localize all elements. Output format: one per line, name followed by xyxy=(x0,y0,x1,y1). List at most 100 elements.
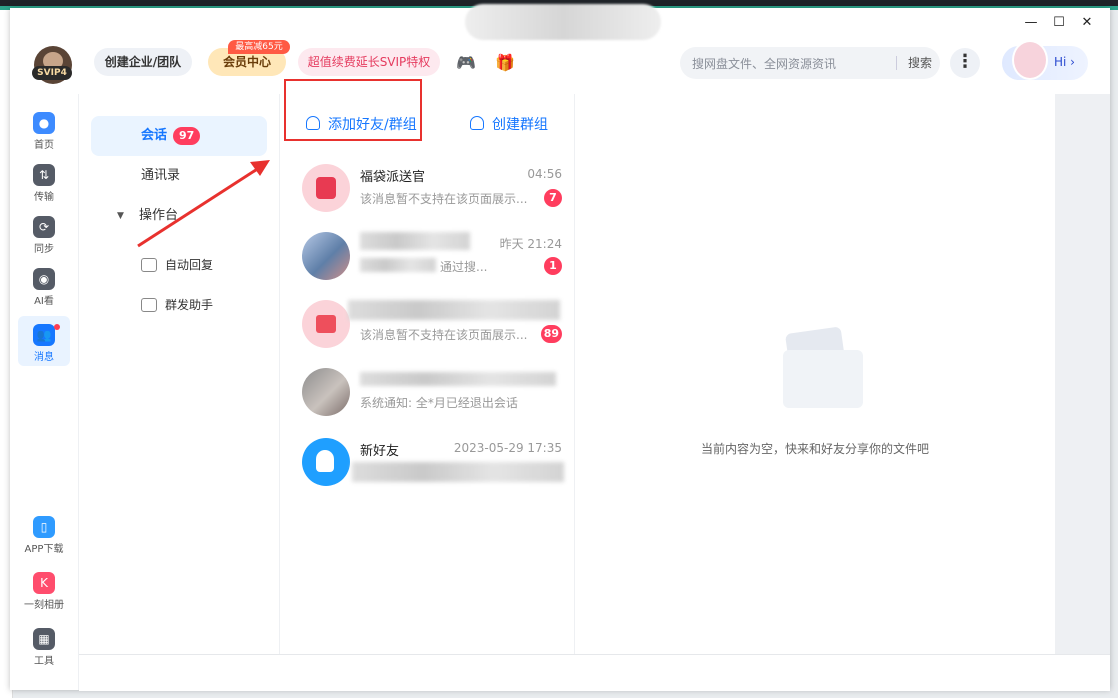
list-item[interactable]: 福袋派送官 04:56 该消息暂不支持在该页面展示... 7 xyxy=(292,158,568,218)
blurred-preview xyxy=(360,258,436,272)
minimize-button[interactable]: — xyxy=(1020,12,1042,32)
maximize-button[interactable]: ☐ xyxy=(1048,12,1070,32)
sidebar-item-label: 一刻相册 xyxy=(24,600,64,611)
group-icon xyxy=(470,116,484,130)
sidebar-item-label: 工具 xyxy=(34,656,54,667)
game-icon[interactable]: 🎮 xyxy=(455,52,477,74)
sidebar-item-app-download[interactable]: ▯ APP下载 xyxy=(18,508,70,558)
create-group-label: 创建群组 xyxy=(492,117,548,133)
bottom-bar xyxy=(79,654,1110,691)
header-bar: SVIP4 创建企业/团队 会员中心 最高减65元 超值续费延长SVIP特权 🎮… xyxy=(10,36,1110,94)
sidebar-item-tools[interactable]: ▦ 工具 xyxy=(18,620,70,670)
sidebar-item-label: 传输 xyxy=(34,192,54,203)
sync-icon: ⟳ xyxy=(33,216,55,238)
menu-group-send[interactable]: 群发助手 xyxy=(165,296,213,313)
assistant-avatar-icon xyxy=(1012,40,1048,80)
sidebar-item-sync[interactable]: ⟳ 同步 xyxy=(18,208,70,258)
search-divider xyxy=(896,56,897,70)
conversation-time: 2023-05-29 17:35 xyxy=(453,441,562,455)
menu-conversations-label: 会话 xyxy=(141,128,168,143)
conversation-preview: 该消息暂不支持在该页面展示... xyxy=(360,328,528,342)
blurred-title xyxy=(465,4,661,40)
list-item[interactable]: 新好友 2023-05-29 17:35 xyxy=(292,432,568,492)
menu-console-label: 操作台 xyxy=(139,208,179,223)
group-avatar xyxy=(302,232,350,280)
lucky-bag-avatar xyxy=(302,164,350,212)
unread-count-badge: 1 xyxy=(544,257,562,275)
svip-promo-button[interactable]: 超值续费延长SVIP特权 xyxy=(298,48,440,76)
left-sidebar: ● 首页 ⇅ 传输 ⟳ 同步 ◉ AI看 👥 消息 ▯ APP下载 K 一刻相册 xyxy=(10,94,79,690)
sidebar-item-label: 同步 xyxy=(34,244,54,255)
home-icon: ● xyxy=(33,112,55,134)
phone-icon: ▯ xyxy=(33,516,55,538)
conversation-preview: 系统通知: 全*月已经退出会话 xyxy=(360,396,518,410)
title-bar[interactable]: — ☐ ✕ xyxy=(10,4,1110,40)
search-input[interactable] xyxy=(690,53,894,75)
group-avatar xyxy=(302,368,350,416)
conversation-name: 福袋派送官 xyxy=(360,170,426,185)
create-group-button[interactable]: 创建群组 xyxy=(470,114,548,134)
empty-state-text: 当前内容为空，快来和好友分享你的文件吧 xyxy=(700,442,929,456)
close-button[interactable]: ✕ xyxy=(1076,12,1098,32)
album-icon: K xyxy=(33,572,55,594)
list-item[interactable]: 系统通知: 全*月已经退出会话 xyxy=(292,362,568,422)
conversation-time: 昨天 21:24 xyxy=(499,237,562,251)
sidebar-item-label: 首页 xyxy=(34,140,54,151)
sidebar-item-home[interactable]: ● 首页 xyxy=(18,104,70,154)
sidebar-item-transfer[interactable]: ⇅ 传输 xyxy=(18,156,70,206)
list-item[interactable]: 该消息暂不支持在该页面展示... 89 xyxy=(292,294,568,354)
message-icon: 👥 xyxy=(33,324,55,346)
shop-avatar xyxy=(302,300,350,348)
search-button[interactable]: 搜索 xyxy=(902,47,938,79)
menu-contacts[interactable]: 通讯录 xyxy=(91,156,267,196)
menu-console[interactable]: ▼ 操作台 xyxy=(91,196,267,236)
new-friend-avatar xyxy=(302,438,350,486)
shop-icon xyxy=(316,315,336,333)
conversation-preview: 通过搜... xyxy=(440,260,488,274)
gift-icon[interactable]: 🎁 xyxy=(494,52,516,74)
sidebar-item-album[interactable]: K 一刻相册 xyxy=(18,564,70,614)
add-user-icon xyxy=(316,450,334,472)
conversation-preview: 该消息暂不支持在该页面展示... xyxy=(360,192,528,206)
blurred-preview xyxy=(352,462,564,482)
sidebar-item-label: AI看 xyxy=(34,296,54,307)
conversation-time: 04:56 xyxy=(527,167,562,181)
transfer-icon: ⇅ xyxy=(33,164,55,186)
conversation-list-panel: 添加好友/群组 创建群组 福袋派送官 04:56 该消息暂不支持在该页面展示..… xyxy=(280,94,575,654)
sidebar-item-label: APP下载 xyxy=(24,544,64,555)
blurred-name xyxy=(348,300,560,320)
app-window: — ☐ ✕ SVIP4 创建企业/团队 会员中心 最高减65元 超值续费延长SV… xyxy=(10,4,1110,691)
blurred-name xyxy=(360,372,556,386)
empty-folder-icon xyxy=(783,322,863,412)
blurred-name xyxy=(360,232,470,250)
unread-count-badge: 7 xyxy=(544,189,562,207)
chat-menu-panel: 会话 97 通讯录 ▼ 操作台 自动回复 群发助手 xyxy=(79,94,280,654)
create-team-button[interactable]: 创建企业/团队 xyxy=(94,48,192,76)
ai-icon: ◉ xyxy=(33,268,55,290)
menu-auto-reply[interactable]: 自动回复 xyxy=(165,256,213,273)
list-item[interactable]: 昨天 21:24 通过搜... 1 xyxy=(292,226,568,286)
assistant-hi-label: Hi › xyxy=(1054,55,1075,69)
conversations-count-badge: 97 xyxy=(173,127,201,145)
more-menu-icon[interactable]: ⋮ xyxy=(950,48,980,78)
assistant-hi-button[interactable]: Hi › xyxy=(1002,40,1088,80)
right-scroll-track[interactable] xyxy=(1055,94,1110,654)
vip-discount-tag: 最高减65元 xyxy=(228,40,290,54)
empty-state-panel: 当前内容为空，快来和好友分享你的文件吧 xyxy=(575,94,1055,654)
caret-down-icon: ▼ xyxy=(117,211,124,221)
folder-front xyxy=(783,350,863,408)
svip-level-badge: SVIP4 xyxy=(32,66,72,80)
highlight-box xyxy=(284,79,422,141)
red-packet-icon xyxy=(316,177,336,199)
grid-icon: ▦ xyxy=(33,628,55,650)
sidebar-item-label: 消息 xyxy=(34,352,54,363)
sidebar-item-messages[interactable]: 👥 消息 xyxy=(18,316,70,366)
conversation-name: 新好友 xyxy=(360,444,400,459)
unread-dot xyxy=(54,324,60,330)
menu-conversations[interactable]: 会话 97 xyxy=(91,116,267,156)
group-send-icon xyxy=(141,298,157,312)
search-box: 搜索 xyxy=(680,47,940,79)
auto-reply-icon xyxy=(141,258,157,272)
sidebar-item-ai[interactable]: ◉ AI看 xyxy=(18,260,70,310)
unread-count-badge: 89 xyxy=(540,325,562,343)
